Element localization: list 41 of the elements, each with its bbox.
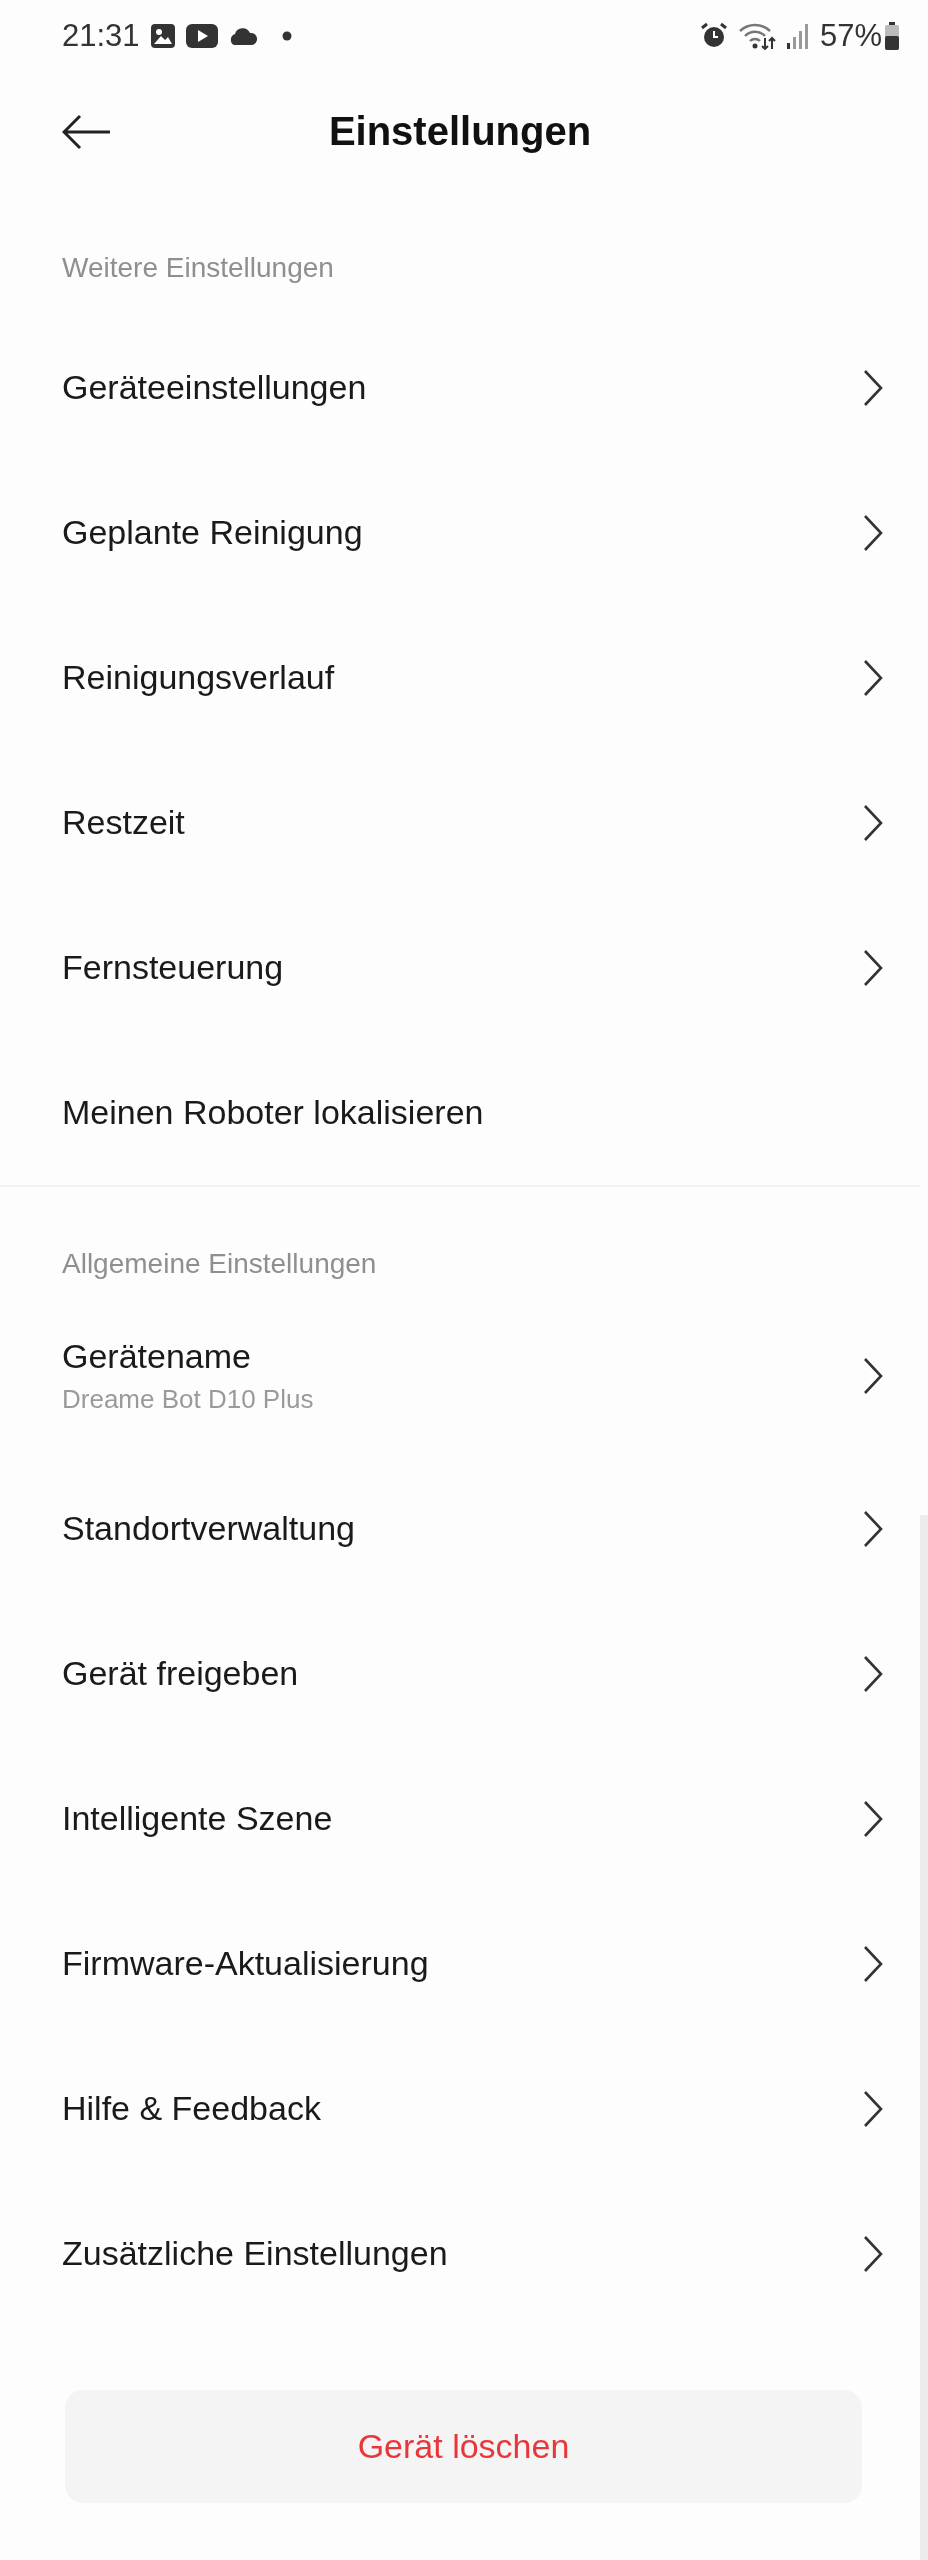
settings-row[interactable]: Geplante Reinigung	[0, 460, 920, 605]
status-time: 21:31	[62, 18, 140, 54]
signal-icon	[785, 23, 810, 49]
alarm-icon	[699, 22, 728, 50]
dot-icon	[281, 31, 292, 41]
settings-row[interactable]: Reinigungsverlauf	[0, 605, 920, 750]
row-label: Geräteeinstellungen	[62, 368, 367, 407]
settings-row[interactable]: Geräteeinstellungen	[0, 315, 920, 460]
row-label: Intelligente Szene	[62, 1799, 333, 1838]
settings-row[interactable]: Zusätzliche Einstellungen	[0, 2181, 920, 2326]
back-arrow-icon[interactable]	[62, 114, 112, 150]
row-label: Zusätzliche Einstellungen	[62, 2234, 448, 2273]
play-icon	[185, 24, 218, 48]
row-label: Firmware-Aktualisierung	[62, 1944, 429, 1983]
settings-row[interactable]: Restzeit	[0, 750, 920, 895]
row-label: Standortverwaltung	[62, 1509, 355, 1548]
settings-row[interactable]: Gerät freigeben	[0, 1601, 920, 1746]
page-title: Einstellungen	[328, 108, 592, 154]
settings-row[interactable]: Firmware-Aktualisierung	[0, 1891, 920, 2036]
settings-row[interactable]: Meinen Roboter lokalisieren	[0, 1040, 920, 1185]
row-label: Fernsteuerung	[62, 948, 284, 987]
battery-percentage: 57%	[819, 18, 882, 54]
row-label: Meinen Roboter lokalisieren	[62, 1093, 484, 1132]
wifi-icon	[737, 22, 776, 50]
image-icon	[149, 23, 176, 49]
row-subtitle: Dreame Bot D10 Plus	[62, 1384, 314, 1415]
settings-row[interactable]: Gerätename Dreame Bot D10 Plus	[0, 1296, 920, 1456]
delete-device-button[interactable]: Gerät löschen	[65, 2390, 862, 2503]
row-label: Gerätename	[62, 1337, 252, 1376]
section-title: Weitere Einstellungen	[61, 251, 335, 285]
row-label: Gerät freigeben	[62, 1654, 299, 1693]
settings-row[interactable]: Hilfe & Feedback	[0, 2036, 920, 2181]
row-label: Restzeit	[62, 803, 185, 842]
row-label: Hilfe & Feedback	[62, 2089, 321, 2128]
row-label: Reinigungsverlauf	[62, 658, 335, 697]
battery-icon	[884, 22, 900, 50]
section-title: Allgemeine Einstellungen	[61, 1247, 378, 1281]
settings-row[interactable]: Standortverwaltung	[0, 1456, 920, 1601]
settings-row[interactable]: Fernsteuerung	[0, 895, 920, 1040]
row-label: Geplante Reinigung	[62, 513, 363, 552]
settings-row[interactable]: Intelligente Szene	[0, 1746, 920, 1891]
